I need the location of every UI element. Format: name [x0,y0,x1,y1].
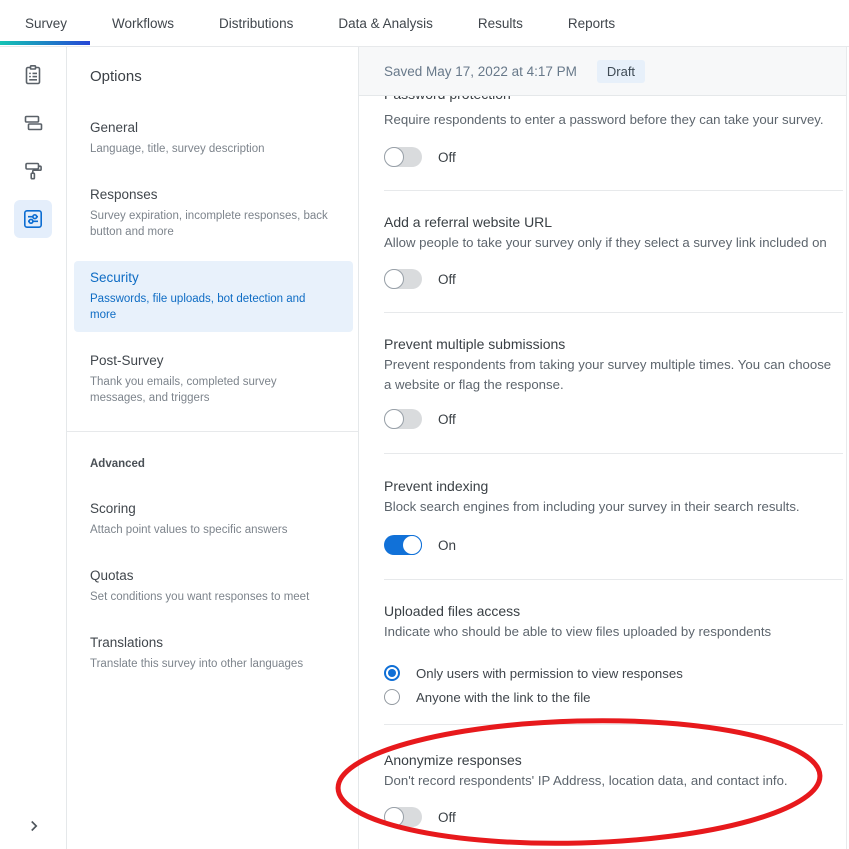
radio-option-anyone-link[interactable]: Anyone with the link to the file [384,688,843,706]
left-icon-rail [0,47,67,849]
password-protection-toggle[interactable] [384,147,422,167]
item-title: Security [90,270,337,286]
options-item-general[interactable]: General Language, title, survey descript… [74,111,353,166]
tab-reports[interactable]: Reports [568,16,615,31]
tab-workflows[interactable]: Workflows [112,16,174,31]
item-subtitle: Translate this survey into other languag… [90,656,337,672]
top-nav: Survey Workflows Distributions Data & An… [0,0,849,47]
section-title: Uploaded files access [384,601,843,621]
panel-divider [67,431,358,432]
section-referral-url: Add a referral website URL Allow people … [384,191,843,313]
toggle-state-label: Off [438,272,456,287]
look-and-feel-icon[interactable] [14,152,52,190]
item-subtitle: Attach point values to specific answers [90,522,337,538]
section-description: Allow people to take your survey only if… [384,233,843,253]
toggle-state-label: Off [438,150,456,165]
section-description: Require respondents to enter a password … [384,110,843,130]
referral-url-toggle[interactable] [384,269,422,289]
saved-timestamp: Saved May 17, 2022 at 4:17 PM [384,64,577,79]
item-title: Responses [90,187,337,203]
clipped-heading: Password protection [384,96,843,104]
prevent-multiple-toggle[interactable] [384,409,422,429]
prevent-indexing-toggle[interactable] [384,535,422,555]
item-title: General [90,120,337,136]
tab-distributions[interactable]: Distributions [219,16,293,31]
security-settings-main: Saved May 17, 2022 at 4:17 PM Draft Pass… [359,47,847,849]
options-item-post-survey[interactable]: Post-Survey Thank you emails, completed … [74,344,353,415]
radio-option-permission[interactable]: Only users with permission to view respo… [384,664,843,682]
section-description-line2: a website or flag the response. [384,375,843,395]
active-tab-underline [0,41,90,45]
options-item-quotas[interactable]: Quotas Set conditions you want responses… [74,559,353,614]
item-title: Scoring [90,501,337,517]
survey-settings-page: Survey Workflows Distributions Data & An… [0,0,849,849]
advanced-section-label: Advanced [90,457,358,471]
tab-survey[interactable]: Survey [25,16,67,31]
section-anonymize-responses: Anonymize responses Don't record respond… [384,725,843,827]
item-subtitle: Set conditions you want responses to mee… [90,589,337,605]
survey-flow-icon[interactable] [14,104,52,142]
save-status-bar: Saved May 17, 2022 at 4:17 PM Draft [359,47,846,96]
section-description: Indicate who should be able to view file… [384,622,843,642]
options-item-responses[interactable]: Responses Survey expiration, incomplete … [74,178,353,249]
anonymize-responses-toggle[interactable] [384,807,422,827]
tab-data-analysis[interactable]: Data & Analysis [338,16,433,31]
survey-options-icon[interactable] [14,200,52,238]
item-subtitle: Passwords, file uploads, bot detection a… [90,291,337,323]
radio-label: Anyone with the link to the file [416,690,590,705]
radio-label: Only users with permission to view respo… [416,666,683,681]
section-prevent-indexing: Prevent indexing Block search engines fr… [384,454,843,580]
radio-button-selected[interactable] [384,665,400,681]
item-subtitle: Thank you emails, completed survey messa… [90,374,337,406]
item-subtitle: Survey expiration, incomplete responses,… [90,208,337,240]
options-item-security[interactable]: Security Passwords, file uploads, bot de… [74,261,353,332]
tab-results[interactable]: Results [478,16,523,31]
section-prevent-multiple-submissions: Prevent multiple submissions Prevent res… [384,313,843,454]
item-title: Translations [90,635,337,651]
section-title: Prevent indexing [384,476,843,496]
section-uploaded-files-access: Uploaded files access Indicate who shoul… [384,580,843,725]
expand-rail-button[interactable] [0,811,67,841]
toggle-state-label: Off [438,810,456,825]
item-subtitle: Language, title, survey description [90,141,337,157]
survey-builder-icon[interactable] [14,56,52,94]
item-title: Quotas [90,568,337,584]
section-password-protection: Password protection Require respondents … [384,96,843,191]
section-description: Block search engines from including your… [384,497,843,517]
radio-button[interactable] [384,689,400,705]
toggle-state-label: On [438,538,456,553]
section-title: Add a referral website URL [384,212,843,232]
options-panel-title: Options [90,68,358,85]
section-title: Prevent multiple submissions [384,334,843,354]
chevron-right-icon [31,822,36,831]
toggle-state-label: Off [438,412,456,427]
options-item-scoring[interactable]: Scoring Attach point values to specific … [74,492,353,547]
status-badge: Draft [597,60,645,83]
section-description-line1: Prevent respondents from taking your sur… [384,355,843,375]
options-panel: Options General Language, title, survey … [67,47,359,849]
section-title: Anonymize responses [384,750,843,770]
options-item-translations[interactable]: Translations Translate this survey into … [74,626,353,681]
section-description: Don't record respondents' IP Address, lo… [384,771,843,791]
item-title: Post-Survey [90,353,337,369]
